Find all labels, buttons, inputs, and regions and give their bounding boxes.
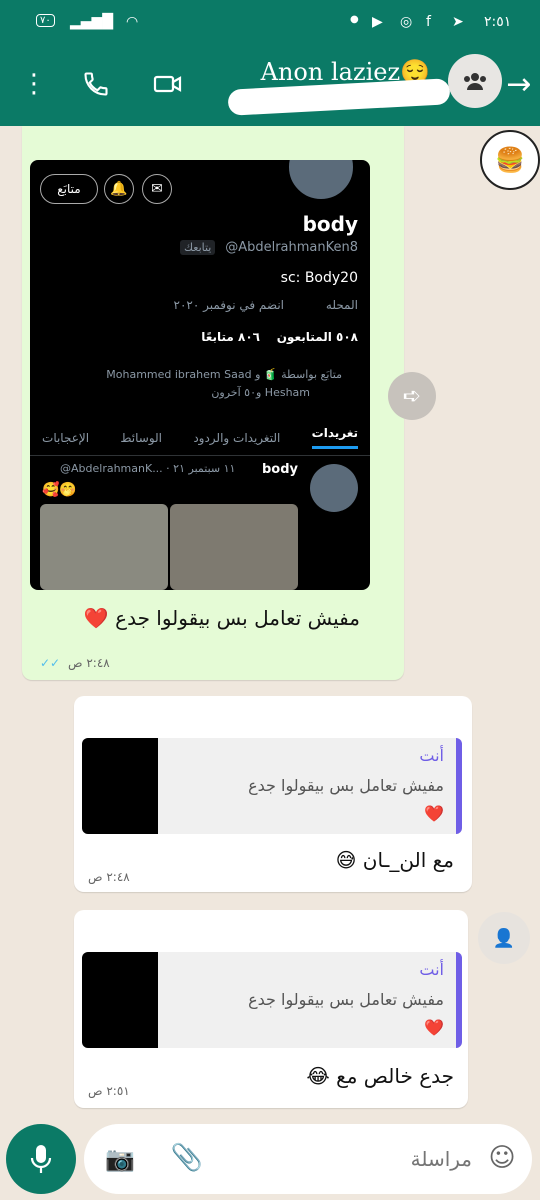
voice-call-icon[interactable]: [78, 66, 114, 102]
dot-icon: ●: [350, 14, 359, 25]
tab-replies[interactable]: التغريدات والردود: [193, 431, 280, 445]
profile-photo: [286, 160, 356, 202]
followed-by-line1: متابَع بواسطة 🧃 و Mohammed ibrahem Saad: [106, 368, 342, 381]
quote-text: مفيش تعامل بس بيقولوا جدع: [248, 990, 444, 1009]
message-text: جدع خالص مع 😂: [306, 1064, 454, 1088]
more-options-icon[interactable]: ⋮: [20, 66, 48, 102]
quote-bar: [456, 952, 462, 1048]
message-text: مع الن_ـان 😅: [335, 848, 454, 872]
quoted-message[interactable]: أنت مفيش تعامل بس بيقولوا جدع ❤️: [82, 952, 462, 1048]
video-call-icon[interactable]: [150, 66, 186, 102]
tab-tweets[interactable]: تغريدات: [311, 426, 358, 449]
quote-bar: [456, 738, 462, 834]
tweet-avatar: [310, 464, 358, 512]
microphone-icon[interactable]: [6, 1124, 76, 1194]
profile-joined: انضم في نوفمبر ٢٠٢٠: [173, 298, 284, 312]
message-input[interactable]: [210, 1140, 472, 1178]
attach-icon[interactable]: 📎: [171, 1140, 203, 1176]
battery-indicator: ٧٠: [36, 14, 55, 27]
message-icon[interactable]: ✉: [142, 174, 172, 204]
follow-button[interactable]: متابَع: [40, 174, 98, 204]
notify-icon[interactable]: 🔔: [104, 174, 134, 204]
quote-heart: ❤️: [424, 804, 444, 823]
quote-author: أنت: [419, 960, 444, 979]
quote-author: أنت: [419, 746, 444, 765]
tweet-meta: @AbdelrahmanK... · ١١ سبتمبر ٢١: [60, 462, 236, 475]
profile-tabs: تغريدات التغريدات والردود الوسائط الإعجا…: [30, 420, 370, 456]
followers-count[interactable]: ٥٠٨ المتابعون: [277, 330, 358, 344]
follows-you-badge: يتابعك: [180, 240, 216, 255]
telegram-icon: ➤: [452, 14, 464, 30]
wifi-icon: ◠: [126, 14, 139, 30]
facebook-icon: f: [426, 14, 431, 30]
quote-thumbnail: [82, 738, 158, 834]
tab-media[interactable]: الوسائط: [120, 431, 162, 445]
followed-by-line2: Hesham و٥٠ آخرون: [211, 386, 310, 399]
profile-handle: @AbdelrahmanKen8: [225, 240, 358, 255]
tweet-author: body: [261, 462, 298, 477]
profile-location: المحله: [325, 298, 358, 312]
contact-avatar[interactable]: [448, 54, 502, 108]
emoji-icon[interactable]: ☺: [484, 1140, 520, 1176]
forward-icon[interactable]: ➪: [388, 372, 436, 420]
message-time: ٢:٤٨ ص: [88, 870, 130, 884]
camera-icon[interactable]: 📷: [102, 1142, 138, 1176]
instagram-icon: ◎: [400, 14, 413, 30]
profile-bio: sc: Body20: [280, 270, 358, 286]
signal-icon: ▂▄▆█: [70, 14, 114, 30]
tweet-emojis: 🥰🤭: [42, 482, 77, 498]
profile-name: body: [302, 212, 358, 236]
clock-time: ٢:٥١: [484, 14, 512, 30]
message-time: ٢:٥١ ص: [88, 1084, 130, 1098]
quoted-message[interactable]: أنت مفيش تعامل بس بيقولوا جدع ❤️: [82, 738, 462, 834]
youtube-icon: ▶: [372, 14, 383, 30]
quote-text: مفيش تعامل بس بيقولوا جدع: [248, 776, 444, 795]
message-text: مفيش تعامل بس بيقولوا جدع ❤️: [83, 606, 360, 630]
tweet-photo-2[interactable]: [170, 504, 298, 590]
read-ticks-icon: ✓✓: [40, 656, 61, 670]
status-bar: ٧٠ ▂▄▆█ ◠ ● ▶ ◎ f ➤ ٢:٥١: [0, 0, 540, 52]
burger-icon[interactable]: 🍔: [480, 130, 540, 190]
sender-avatar-icon[interactable]: 👤: [478, 912, 530, 964]
tab-likes[interactable]: الإعجابات: [42, 431, 89, 445]
following-count[interactable]: ٨٠٦ متابعًا: [201, 330, 260, 344]
tweet-screenshot[interactable]: متابَع 🔔 ✉ body @AbdelrahmanKen8 يتابعك …: [30, 160, 370, 590]
tweet-photo-1[interactable]: [40, 504, 168, 590]
quote-heart: ❤️: [424, 1018, 444, 1037]
back-arrow-icon[interactable]: →: [504, 67, 534, 102]
message-time: ٢:٤٨ ص: [68, 656, 110, 670]
quote-thumbnail: [82, 952, 158, 1048]
